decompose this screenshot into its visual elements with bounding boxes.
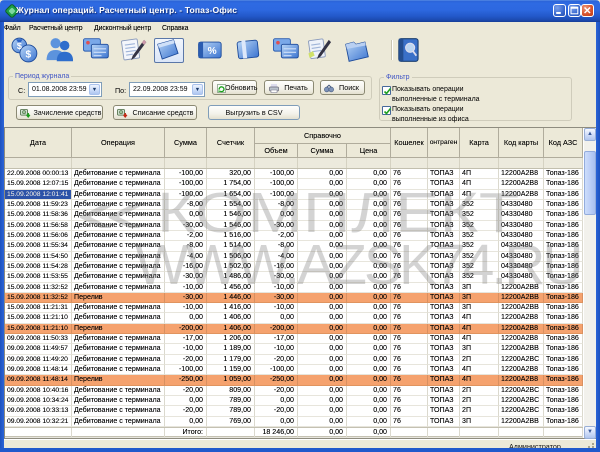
svg-text:$: $ [17,41,22,51]
svg-text:$: $ [26,49,32,60]
svg-text:%: % [208,46,217,57]
